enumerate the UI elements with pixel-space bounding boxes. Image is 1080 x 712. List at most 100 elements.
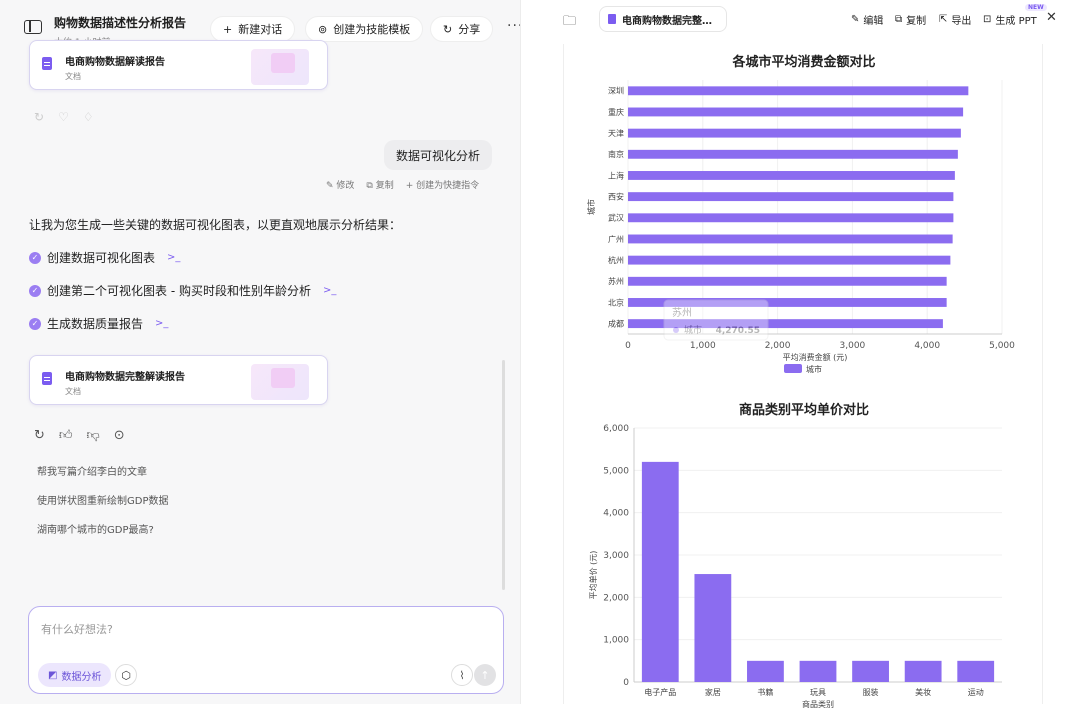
step-item[interactable]: ✓ 创建第二个可视化图表 - 购买时段和性别年龄分析 >_ — [29, 282, 336, 299]
category-avg-price-chart: 商品类别平均单价对比 0 1,000 2,000 3,000 4,000 5,000 6,00… — [588, 402, 1002, 709]
y-axis-label: 城市 — [586, 199, 596, 215]
generate-ppt-button[interactable]: ⊡ 生成 PPT — [983, 12, 1037, 27]
bar — [628, 171, 955, 180]
x-tick-label: 家居 — [705, 687, 721, 697]
x-tick-label: 玩具 — [810, 688, 826, 697]
chat-scrollbar[interactable] — [502, 360, 505, 590]
doc-card[interactable]: 电商购物数据解读报告 文档 — [29, 40, 328, 90]
share-label: 分享 — [458, 23, 481, 36]
y-tick-label: 0 — [623, 678, 629, 688]
x-tick-label: 1,000 — [690, 341, 716, 351]
ppt-icon: ⊡ — [983, 14, 992, 25]
refresh-icon[interactable]: ↻ — [34, 110, 44, 124]
suggestion-item[interactable]: 使用饼状图重新绘制GDP数据 — [37, 492, 168, 507]
doc-card-name: 电商购物数据解读报告 — [65, 57, 165, 68]
doc-card[interactable]: 电商购物数据完整解读报告 文档 — [29, 355, 328, 405]
attach-icon[interactable]: ⌇ — [451, 664, 473, 686]
data-analysis-tool-button[interactable]: ◩ 数据分析 — [38, 663, 112, 687]
edit-message-button[interactable]: ✎ 修改 — [326, 178, 354, 191]
x-tick-label: 美妆 — [915, 687, 931, 697]
regenerate-icon[interactable]: ↻ — [34, 428, 45, 443]
chart-tooltip: 苏州城市 4,270.55 — [663, 299, 769, 341]
step-item[interactable]: ✓ 创建数据可视化图表 >_ — [29, 249, 180, 266]
x-tick-label: 2,000 — [765, 341, 791, 351]
y-tick-label: 2,000 — [603, 593, 629, 603]
copy-label: 复制 — [375, 181, 394, 191]
x-tick-label: 4,000 — [914, 341, 940, 351]
y-tick-label: 北京 — [608, 297, 624, 307]
suggestion-item[interactable]: 帮我写篇介绍李白的文章 — [37, 463, 147, 478]
sidebar-toggle-icon[interactable] — [24, 20, 42, 34]
terminal-icon: >_ — [155, 318, 169, 329]
create-shortcut-button[interactable]: + 创建为快捷指令 — [406, 178, 479, 191]
new-chat-button[interactable]: + 新建对话 — [210, 16, 296, 42]
chart-panel: 各城市平均消费金额对比 0 1,000 2,000 3,000 4,000 5,000 深圳重… — [563, 44, 1043, 709]
bar — [628, 86, 969, 96]
cube-icon[interactable]: ⬡ — [115, 664, 137, 686]
make-template-button[interactable]: ⊚ 创建为技能模板 — [305, 16, 424, 42]
send-button[interactable]: ↑ — [474, 664, 496, 686]
y-tick-label: 苏州 — [608, 276, 624, 286]
new-badge: NEW — [1025, 4, 1047, 11]
export-button[interactable]: ⇱ 导出 — [939, 12, 971, 27]
edit-label: 编辑 — [863, 16, 884, 27]
step-item[interactable]: ✓ 生成数据质量报告 >_ — [29, 315, 168, 332]
bar — [628, 128, 961, 138]
chart-title: 商品类别平均单价对比 — [739, 402, 869, 418]
tab-document[interactable]: 电商购物数据完整… — [599, 6, 727, 32]
plus-icon: + — [223, 22, 233, 36]
thumb-down-icon[interactable]: ♢ — [83, 110, 94, 124]
suggestion-item[interactable]: 湖南哪个城市的GDP最高? — [37, 521, 154, 536]
doc-card-type: 文档 — [65, 387, 81, 396]
bar — [628, 213, 954, 223]
y-tick-label: 4,000 — [603, 509, 629, 519]
y-tick-label: 南京 — [608, 149, 624, 159]
x-tick-label: 3,000 — [840, 341, 866, 351]
thumb-up-icon[interactable]: ♡ — [58, 110, 69, 124]
document-icon — [42, 57, 52, 70]
message-input[interactable]: 有什么好想法? ◩ 数据分析 ⬡ ⌇ ↑ — [28, 606, 504, 694]
y-tick-label: 6,000 — [603, 424, 629, 434]
x-axis-label: 平均消费金额 (元) — [783, 352, 848, 362]
edit-label: 修改 — [336, 181, 355, 191]
close-icon[interactable]: ✕ — [1046, 10, 1057, 25]
user-message: 数据可视化分析 — [383, 140, 492, 170]
y-tick-label: 武汉 — [608, 213, 624, 223]
y-tick-label: 天津 — [608, 128, 624, 138]
check-icon: ✓ — [29, 317, 41, 330]
y-tick-label: 3,000 — [603, 551, 629, 561]
thumb-down-icon[interactable]: 👎︎ — [87, 428, 100, 443]
folder-icon[interactable]: 🗀 — [563, 12, 576, 34]
doc-card-type: 文档 — [65, 72, 81, 81]
bar — [641, 461, 679, 682]
copy-message-button[interactable]: ⧉ 复制 — [366, 178, 393, 191]
y-tick-label: 西安 — [608, 191, 624, 201]
y-tick-label: 广州 — [608, 234, 624, 244]
copy-button[interactable]: ⧉ 复制 — [895, 12, 926, 27]
faint-feedback-icons: ↻ ♡ ♢ — [34, 110, 94, 124]
chat-panel: 购物数据描述性分析报告 大约 1 小时前 +新建对话 ⊚创建为技能模板 ↻分享 … — [0, 0, 522, 704]
bar — [628, 192, 954, 202]
x-tick-label: 服装 — [863, 687, 879, 697]
copy-label: 复制 — [906, 16, 927, 27]
x-tick-label: 运动 — [968, 687, 984, 697]
share-icon: ↻ — [443, 22, 453, 36]
more-icon[interactable]: ⊙ — [114, 428, 125, 443]
bar — [628, 107, 964, 117]
edit-button[interactable]: ✎ 编辑 — [851, 12, 883, 27]
share-button[interactable]: ↻ 分享 — [430, 16, 494, 42]
x-tick-label: 5,000 — [989, 341, 1015, 351]
tool-label: 数据分析 — [61, 671, 102, 683]
terminal-icon: >_ — [322, 285, 337, 296]
y-tick-label: 5,000 — [603, 466, 629, 476]
legend-swatch — [784, 364, 802, 373]
thumb-up-icon[interactable]: 👍︎ — [59, 428, 73, 443]
tab-title: 电商购物数据完整… — [622, 15, 712, 27]
bar — [628, 276, 947, 286]
doc-card-name: 电商购物数据完整解读报告 — [65, 372, 185, 383]
message-actions: ✎ 修改 ⧉ 复制 + 创建为快捷指令 — [326, 178, 479, 191]
tooltip-value: 4,270.55 — [716, 326, 760, 336]
step-label: 创建数据可视化图表 — [47, 251, 156, 265]
x-tick-label: 0 — [625, 341, 631, 351]
y-tick-label: 重庆 — [608, 107, 624, 117]
